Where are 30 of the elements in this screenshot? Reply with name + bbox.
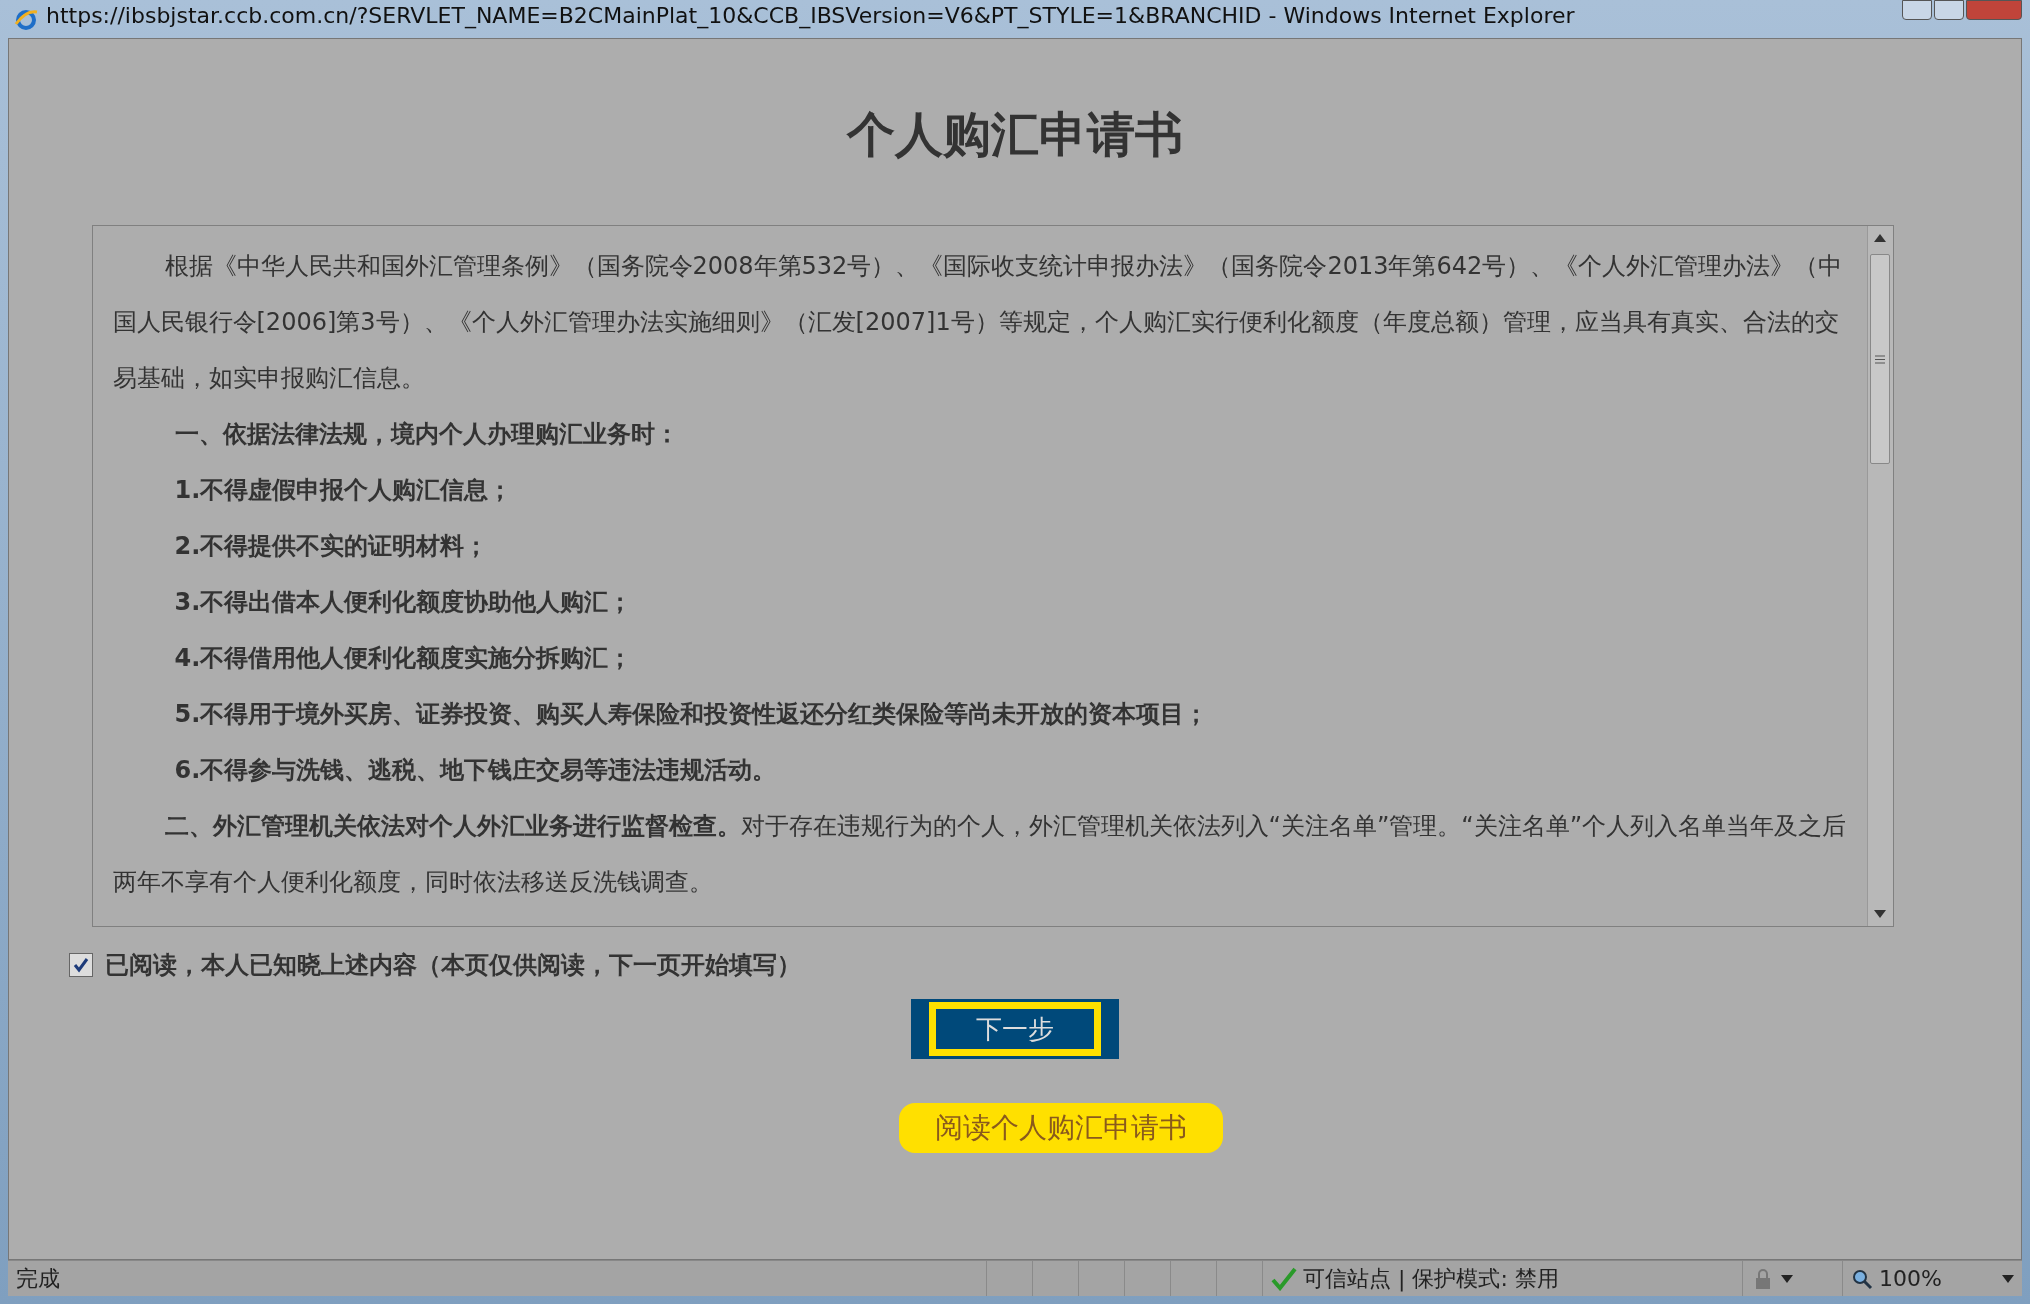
scroll-up-icon[interactable] [1874,234,1886,242]
document-paragraph: 一、依据法律法规，境内个人办理购汇业务时： [173,419,680,450]
checkmark-icon [1271,1266,1297,1291]
document-paragraph: 二、外汇管理机关依法对个人外汇业务进行监督检查。对于存在违规行为的个人，外汇管理机关依法列入“关注名单”管理。“关注名单”个人列入名单当年及之后两年不享有个人便利化额度，同时依法移送反洗钱调查。 [112,811,1847,898]
page-heading: 个人购汇申请书 [847,105,1183,164]
agree-label: 已阅读，本人已知晓上述内容（本页仅供阅读，下一页开始填写） [105,950,801,981]
caret-icon [2002,1274,2014,1283]
scrollbar[interactable] [1866,226,1893,926]
document-paragraph: 6.不得参与洗钱、逃税、地下钱庄交易等违法违规活动。 [173,755,778,786]
zoom-level[interactable]: 100% [1879,1266,1942,1291]
agree-checkbox[interactable] [69,953,93,977]
document-paragraph: 3.不得出借本人便利化额度协助他人购汇； [173,587,634,618]
scroll-down-icon[interactable] [1874,910,1886,918]
caret-icon [1781,1274,1793,1283]
maximize-button[interactable] [1934,0,1964,20]
read-application-button[interactable]: 阅读个人购汇申请书 [899,1103,1223,1153]
document-paragraph: 2.不得提供不实的证明材料； [173,531,490,562]
scroll-thumb[interactable] [1870,254,1890,464]
minimize-button[interactable] [1902,0,1932,20]
grip-icon [1875,354,1885,364]
status-text: 完成 [16,1264,60,1293]
next-step-button[interactable]: 下一步 [911,999,1119,1059]
document-paragraph: 根据《中华人民共和国外汇管理条例》（国务院令2008年第532号）、《国际收支统计申报办法》（国务院令2013年第642号）、《个人外汇管理办法》（中国人民银行令[2006]第3号）、《个人外汇管理办法实施细则》（汇发[2007]1号）等规定，个人购汇实行便利化额度（年度总额）管理，应当具有真实、合法的交易基础，如实申报购汇信息。 [112,251,1844,394]
document-paragraph: 5.不得用于境外买房、证券投资、购买人寿保险和投资性返还分红类保险等尚未开放的资本项目； [173,699,1210,730]
window-title: https://ibsbjstar.ccb.com.cn/?SERVLET_NAME=B2CMainPlat_10&CCB_IBSVersion=V6&PT_STYLE=1&BRANCHID - Windows Internet Explorer [46,2,1575,30]
document-paragraph: 4.不得借用他人便利化额度实施分拆购汇； [173,643,634,674]
document-paragraph: 1.不得虚假申报个人购汇信息； [173,475,514,506]
security-zone-text: 可信站点 | 保护模式: 禁用 [1303,1264,1559,1294]
browser-logo-icon [14,8,38,30]
zoom-icon[interactable] [1851,1267,1873,1290]
